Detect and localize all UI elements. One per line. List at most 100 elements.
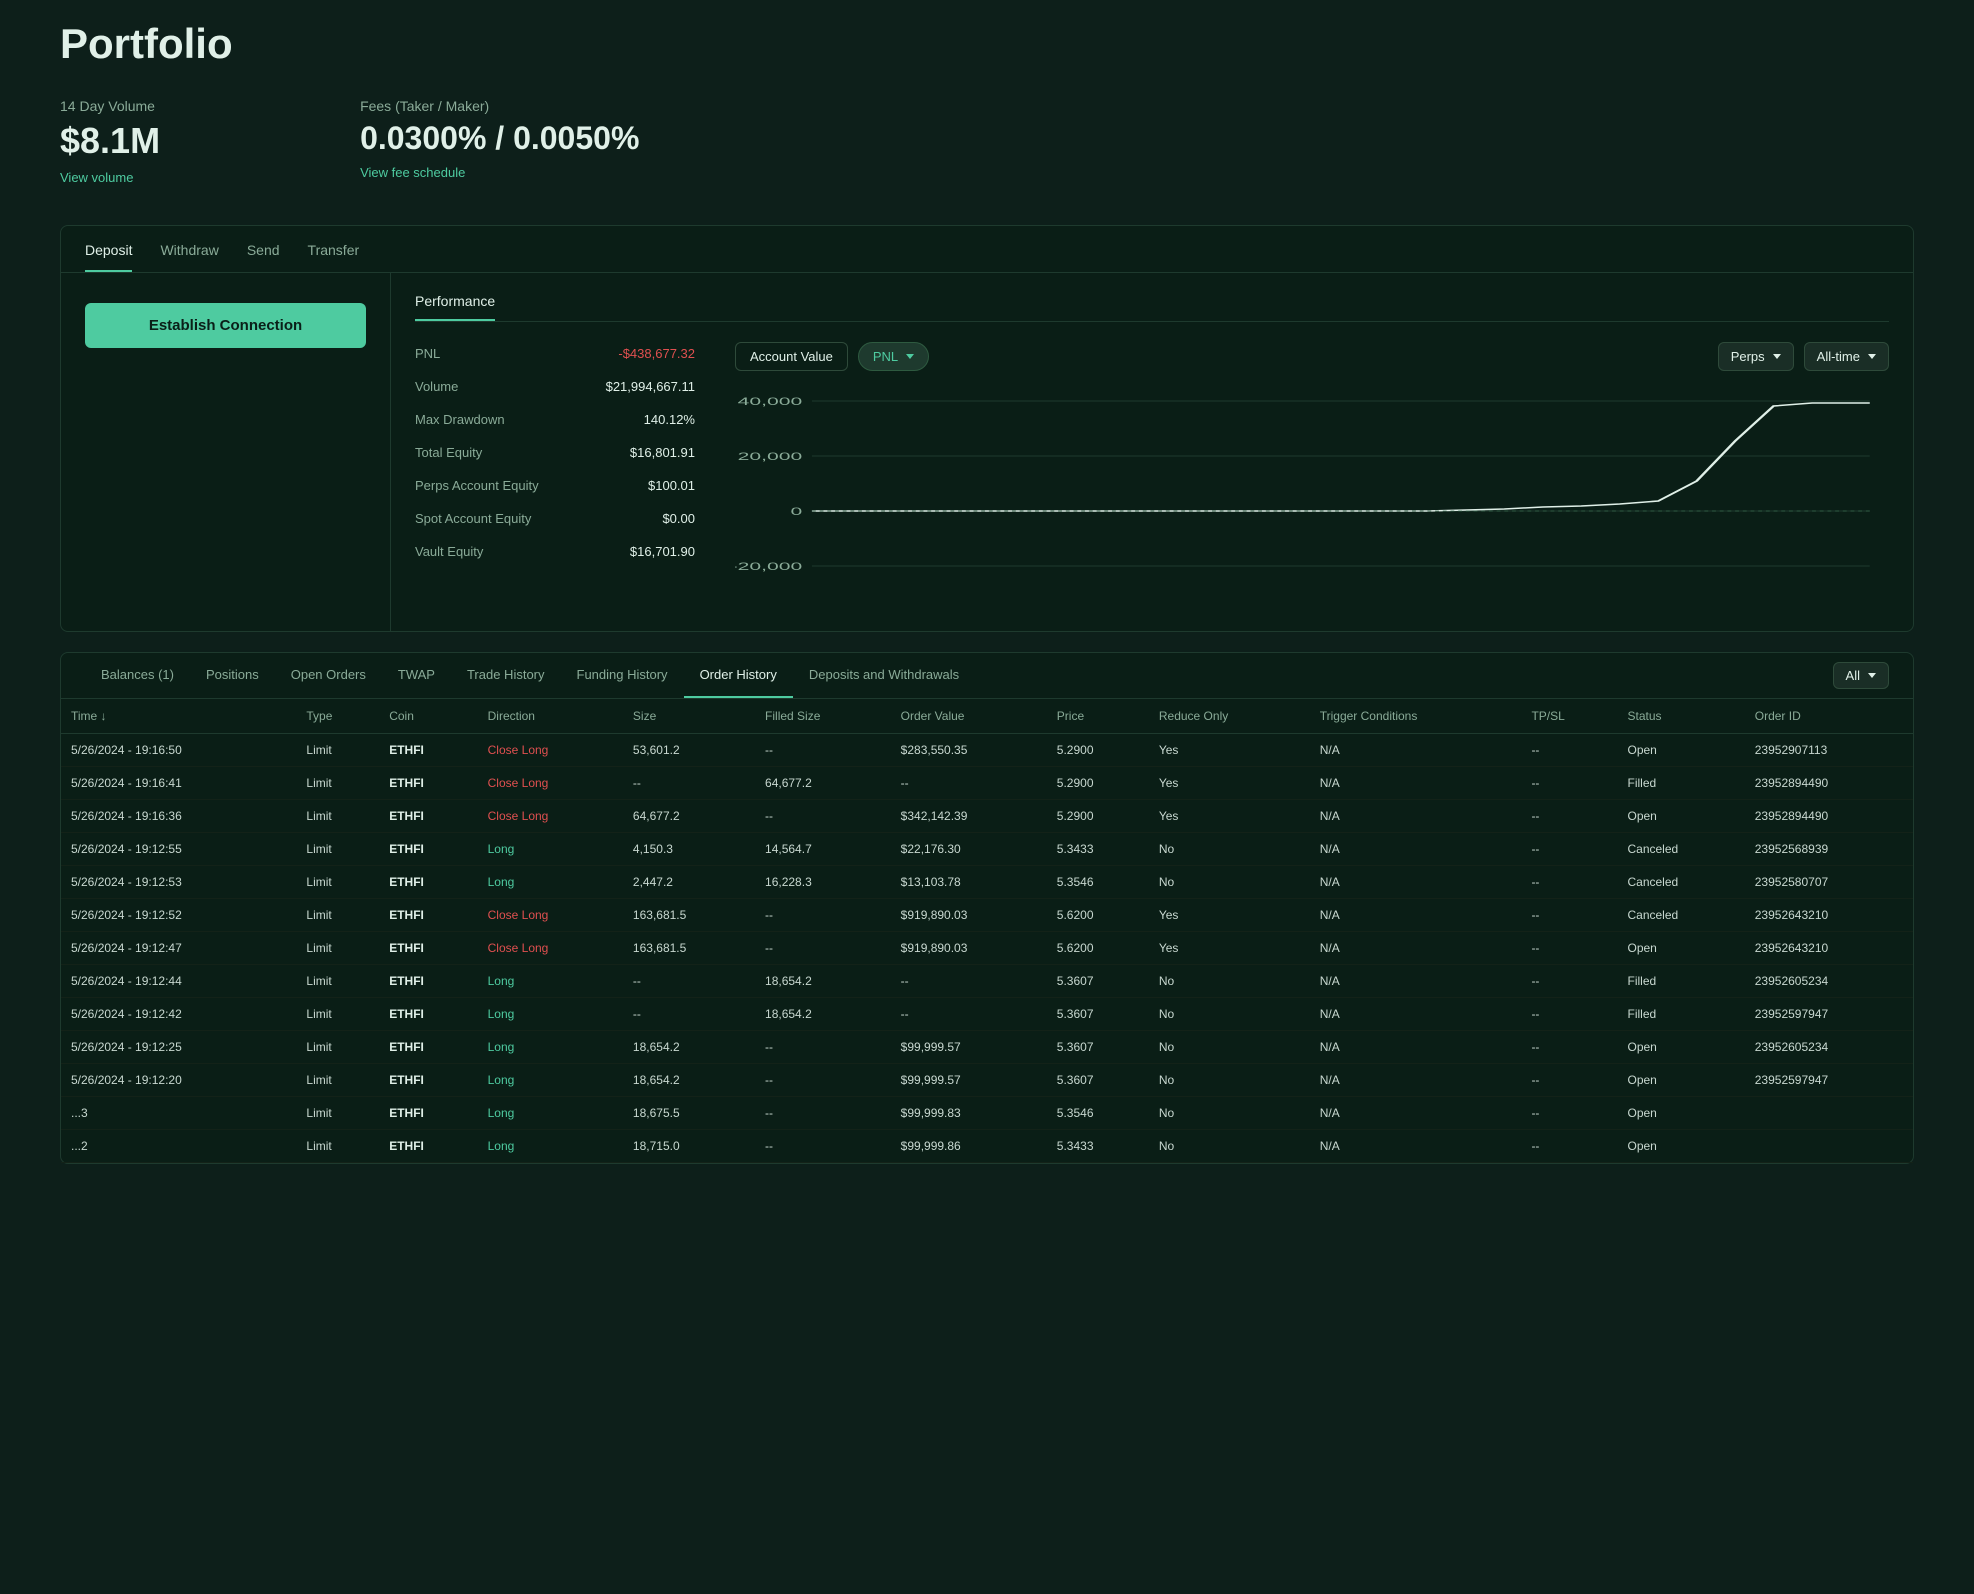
cell-reduce-only: No xyxy=(1149,998,1310,1031)
cell-coin: ETHFI xyxy=(379,866,477,899)
perps-equity-value: $100.01 xyxy=(648,478,695,493)
pnl-button[interactable]: PNL xyxy=(858,342,929,371)
cell-trigger: N/A xyxy=(1310,800,1522,833)
cell-order-value: $99,999.57 xyxy=(891,1064,1047,1097)
pnl-label: PNL xyxy=(415,346,440,361)
tab-deposit[interactable]: Deposit xyxy=(85,242,132,272)
perf-content: PNL -$438,677.32 Volume $21,994,667.11 M… xyxy=(415,342,1889,611)
right-panel: Performance PNL -$438,677.32 Volume $21,… xyxy=(391,273,1913,631)
col-time[interactable]: Time ↓ xyxy=(61,699,296,734)
cell-status: Open xyxy=(1617,734,1744,767)
perps-dropdown-button[interactable]: Perps xyxy=(1718,342,1794,371)
tab-transfer[interactable]: Transfer xyxy=(308,242,360,272)
cell-price: 5.6200 xyxy=(1047,932,1149,965)
cell-size: 2,447.2 xyxy=(623,866,755,899)
cell-tp-sl: -- xyxy=(1521,833,1617,866)
volume-stat: 14 Day Volume $8.1M View volume xyxy=(60,98,160,185)
table-row: 5/26/2024 - 19:12:52 Limit ETHFI Close L… xyxy=(61,899,1913,932)
col-tp-sl: TP/SL xyxy=(1521,699,1617,734)
volume-label2: Volume xyxy=(415,379,458,394)
cell-order-id: 23952597947 xyxy=(1745,1064,1913,1097)
cell-size: -- xyxy=(623,767,755,800)
cell-filled-size: -- xyxy=(755,800,891,833)
cell-status: Filled xyxy=(1617,998,1744,1031)
cell-price: 5.6200 xyxy=(1047,899,1149,932)
chart-svg-wrap: 40,000 20,000 0 -20,000 xyxy=(735,381,1889,611)
cell-tp-sl: -- xyxy=(1521,767,1617,800)
cell-time: ...3 xyxy=(61,1097,296,1130)
cell-size: 18,654.2 xyxy=(623,1031,755,1064)
cell-trigger: N/A xyxy=(1310,965,1522,998)
cell-coin: ETHFI xyxy=(379,767,477,800)
table-row: 5/26/2024 - 19:12:20 Limit ETHFI Long 18… xyxy=(61,1064,1913,1097)
tab-twap[interactable]: TWAP xyxy=(382,653,451,698)
view-fee-schedule-link[interactable]: View fee schedule xyxy=(360,165,465,180)
cell-order-value: $22,176.30 xyxy=(891,833,1047,866)
cell-status: Filled xyxy=(1617,965,1744,998)
cell-size: 163,681.5 xyxy=(623,899,755,932)
cell-type: Limit xyxy=(296,1130,379,1163)
panel-body: Establish Connection Performance PNL -$4… xyxy=(61,273,1913,631)
table-row: 5/26/2024 - 19:12:53 Limit ETHFI Long 2,… xyxy=(61,866,1913,899)
cell-type: Limit xyxy=(296,866,379,899)
cell-status: Canceled xyxy=(1617,833,1744,866)
cell-trigger: N/A xyxy=(1310,833,1522,866)
performance-chart: 40,000 20,000 0 -20,000 xyxy=(735,381,1889,611)
svg-text:-20,000: -20,000 xyxy=(735,560,802,572)
tab-order-history[interactable]: Order History xyxy=(684,653,793,698)
cell-direction: Long xyxy=(478,965,623,998)
cell-status: Filled xyxy=(1617,767,1744,800)
tab-positions[interactable]: Positions xyxy=(190,653,275,698)
drawdown-value: 140.12% xyxy=(644,412,695,427)
col-status: Status xyxy=(1617,699,1744,734)
table-row: ...2 Limit ETHFI Long 18,715.0 -- $99,99… xyxy=(61,1130,1913,1163)
tab-send[interactable]: Send xyxy=(247,242,280,272)
cell-order-id: 23952894490 xyxy=(1745,800,1913,833)
cell-order-value: $283,550.35 xyxy=(891,734,1047,767)
cell-time: ...2 xyxy=(61,1130,296,1163)
cell-size: 163,681.5 xyxy=(623,932,755,965)
cell-reduce-only: No xyxy=(1149,1097,1310,1130)
cell-time: 5/26/2024 - 19:12:53 xyxy=(61,866,296,899)
cell-direction: Close Long xyxy=(478,767,623,800)
stat-drawdown: Max Drawdown 140.12% xyxy=(415,408,695,431)
cell-direction: Long xyxy=(478,866,623,899)
cell-order-value: $342,142.39 xyxy=(891,800,1047,833)
cell-tp-sl: -- xyxy=(1521,998,1617,1031)
cell-trigger: N/A xyxy=(1310,932,1522,965)
alltime-chevron-icon xyxy=(1868,354,1876,359)
cell-price: 5.3607 xyxy=(1047,965,1149,998)
cell-reduce-only: Yes xyxy=(1149,800,1310,833)
tab-performance[interactable]: Performance xyxy=(415,293,495,321)
cell-status: Canceled xyxy=(1617,866,1744,899)
establish-connection-button[interactable]: Establish Connection xyxy=(85,303,366,348)
tab-funding-history[interactable]: Funding History xyxy=(561,653,684,698)
tab-deposits-withdrawals[interactable]: Deposits and Withdrawals xyxy=(793,653,975,698)
cell-trigger: N/A xyxy=(1310,767,1522,800)
alltime-dropdown-button[interactable]: All-time xyxy=(1804,342,1889,371)
perps-chevron-icon xyxy=(1773,354,1781,359)
cell-size: 64,677.2 xyxy=(623,800,755,833)
stat-vault-equity: Vault Equity $16,701.90 xyxy=(415,540,695,563)
tab-withdraw[interactable]: Withdraw xyxy=(160,242,218,272)
tab-open-orders[interactable]: Open Orders xyxy=(275,653,382,698)
chart-controls: Account Value PNL Perps xyxy=(735,342,1889,371)
cell-type: Limit xyxy=(296,767,379,800)
table-row: 5/26/2024 - 19:16:36 Limit ETHFI Close L… xyxy=(61,800,1913,833)
all-dropdown-button[interactable]: All xyxy=(1833,662,1889,689)
table-row: 5/26/2024 - 19:12:44 Limit ETHFI Long --… xyxy=(61,965,1913,998)
cell-time: 5/26/2024 - 19:16:36 xyxy=(61,800,296,833)
cell-reduce-only: No xyxy=(1149,965,1310,998)
total-equity-value: $16,801.91 xyxy=(630,445,695,460)
stat-pnl: PNL -$438,677.32 xyxy=(415,342,695,365)
account-value-button[interactable]: Account Value xyxy=(735,342,848,371)
tab-balances[interactable]: Balances (1) xyxy=(85,653,190,698)
cell-trigger: N/A xyxy=(1310,1097,1522,1130)
all-label: All xyxy=(1846,668,1860,683)
cell-reduce-only: Yes xyxy=(1149,932,1310,965)
cell-filled-size: -- xyxy=(755,1064,891,1097)
view-volume-link[interactable]: View volume xyxy=(60,170,133,185)
cell-coin: ETHFI xyxy=(379,932,477,965)
tab-trade-history[interactable]: Trade History xyxy=(451,653,561,698)
col-reduce-only: Reduce Only xyxy=(1149,699,1310,734)
